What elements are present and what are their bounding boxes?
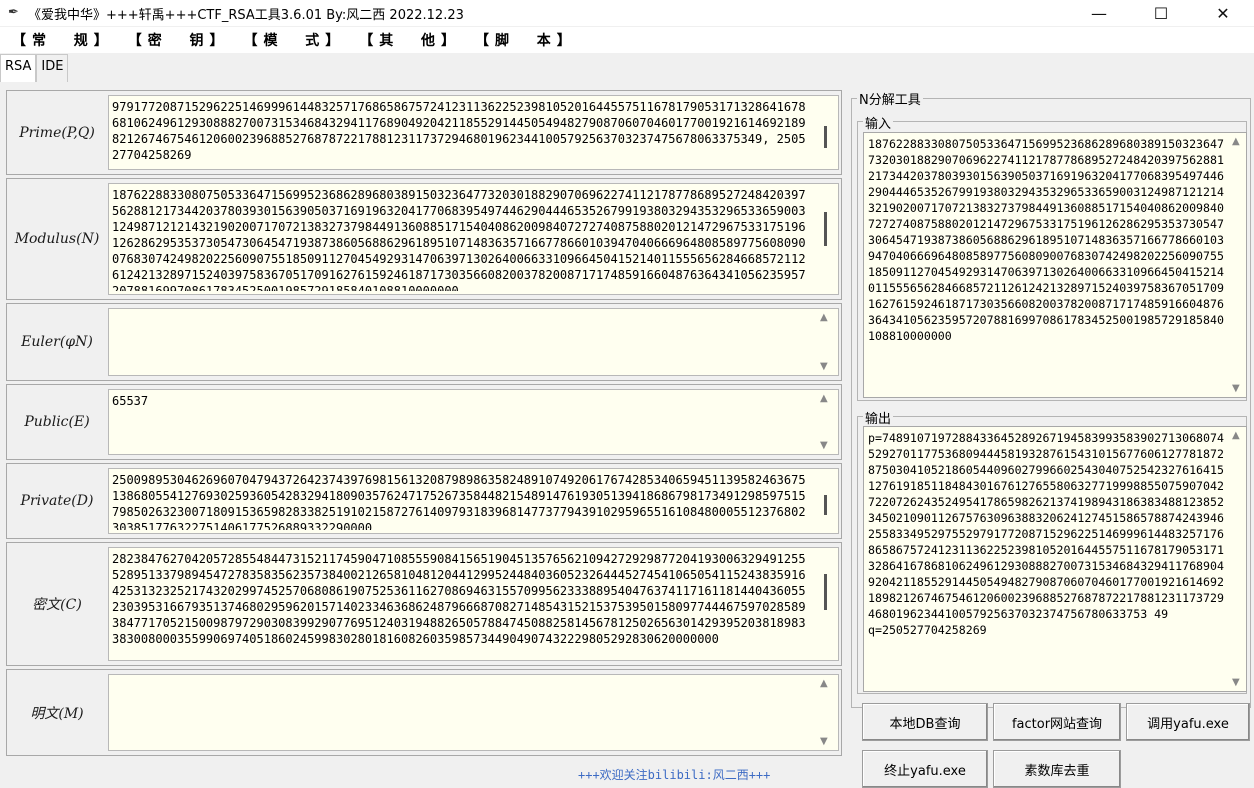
row-plain: 明文(M) ▲ ▼ <box>6 669 842 756</box>
row-cipher: 密文(C) 2823847627042057285548447315211745… <box>6 542 842 666</box>
plain-scrollbar[interactable]: ▲ ▼ <box>814 675 838 750</box>
row-private: Private(D) 25009895304626960704794372642… <box>6 463 842 539</box>
scroll-up-icon[interactable]: ▲ <box>820 393 828 404</box>
private-scrollbar[interactable] <box>814 469 838 533</box>
private-field[interactable]: 2500989530462696070479437264237439769815… <box>108 468 839 534</box>
prime-dedup-button[interactable]: 素数库去重 <box>993 750 1121 788</box>
modulus-label: Modulus(N) <box>14 231 100 247</box>
row-prime: Prime(P,Q) 97917720871529622514699961448… <box>6 90 842 175</box>
public-label: Public(E) <box>24 414 90 430</box>
input-scrollbar[interactable]: ▲ ▼ <box>1228 133 1246 397</box>
scroll-down-icon[interactable]: ▼ <box>1232 677 1240 688</box>
cipher-scrollbar[interactable] <box>814 548 838 660</box>
output-q: q=250527704258269 <box>868 623 987 637</box>
cipher-field[interactable]: 2823847627042057285548447315211745904710… <box>108 547 839 661</box>
nfactor-title: N分解工具 <box>857 89 923 108</box>
scroll-up-icon[interactable]: ▲ <box>1232 430 1240 441</box>
minimize-button[interactable]: — <box>1068 0 1130 26</box>
maximize-button[interactable]: ☐ <box>1130 0 1192 26</box>
close-button[interactable]: ✕ <box>1192 0 1254 26</box>
input-label: 输入 <box>863 113 894 132</box>
cipher-label: 密文(C) <box>32 597 82 613</box>
output-p: p=74891071972884336452892671945839935839… <box>868 431 1224 621</box>
prime-scrollbar[interactable] <box>814 96 838 169</box>
plain-label: 明文(M) <box>30 705 84 722</box>
public-scrollbar[interactable]: ▲ ▼ <box>814 390 838 454</box>
footer-credit: +++欢迎关注bilibili:风二西+++ <box>578 768 771 782</box>
call-yafu-button[interactable]: 调用yafu.exe <box>1126 703 1250 741</box>
row-modulus: Modulus(N) 18762288330807505336471569952… <box>6 178 842 300</box>
scroll-up-icon[interactable]: ▲ <box>820 678 828 689</box>
modulus-value: 1876228833080750533647156995236862896803… <box>112 188 806 291</box>
euler-field[interactable]: ▲ ▼ <box>108 308 839 376</box>
cipher-value: 2823847627042057285548447315211745904710… <box>112 552 806 646</box>
menu-script[interactable]: 【脚 本】 <box>475 30 577 50</box>
menu-key[interactable]: 【密 钥】 <box>128 30 230 50</box>
output-scrollbar[interactable]: ▲ ▼ <box>1228 427 1246 691</box>
local-db-query-button[interactable]: 本地DB查询 <box>862 703 988 741</box>
scroll-down-icon[interactable]: ▼ <box>820 736 828 747</box>
plain-field[interactable]: ▲ ▼ <box>108 674 839 751</box>
feather-icon: ✒ <box>8 5 19 20</box>
window-controls: — ☐ ✕ <box>1068 0 1254 26</box>
tab-strip: RSA IDE <box>0 54 69 82</box>
tab-ide[interactable]: IDE <box>36 54 69 82</box>
scroll-down-icon[interactable]: ▼ <box>820 361 828 372</box>
modulus-field[interactable]: 1876228833080750533647156995236862896803… <box>108 183 839 295</box>
nfactor-output-value: p=74891071972884336452892671945839935839… <box>868 430 1226 688</box>
output-label: 输出 <box>863 408 894 427</box>
euler-value <box>112 312 812 372</box>
nfactor-output[interactable]: p=74891071972884336452892671945839935839… <box>863 426 1247 692</box>
stop-yafu-button[interactable]: 终止yafu.exe <box>862 750 988 788</box>
scroll-down-icon[interactable]: ▼ <box>1232 383 1240 394</box>
rsa-panel: Prime(P,Q) 97917720871529622514699961448… <box>6 90 842 782</box>
private-value: 2500989530462696070479437264237439769815… <box>112 473 806 530</box>
menubar: 【常 规】 【密 钥】 【模 式】 【其 他】 【脚 本】 <box>0 27 1254 53</box>
modulus-scrollbar[interactable] <box>814 184 838 294</box>
factor-site-query-button[interactable]: factor网站查询 <box>993 703 1121 741</box>
menu-mode[interactable]: 【模 式】 <box>244 30 346 50</box>
nfactor-input-value: 1876228833080750533647156995236862896803… <box>868 137 1224 343</box>
scroll-down-icon[interactable]: ▼ <box>820 440 828 451</box>
prime-value: 9791772087152962251469996144832571768658… <box>112 100 806 162</box>
row-euler: Euler(φN) ▲ ▼ <box>6 303 842 381</box>
tab-rsa[interactable]: RSA <box>0 54 37 82</box>
euler-scrollbar[interactable]: ▲ ▼ <box>814 309 838 375</box>
scroll-up-icon[interactable]: ▲ <box>820 312 828 323</box>
menu-other[interactable]: 【其 他】 <box>359 30 461 50</box>
euler-label: Euler(φN) <box>21 334 93 350</box>
window-title: 《爱我中华》+++轩禹+++CTF_RSA工具3.6.01 By:风二西 202… <box>28 7 464 23</box>
public-field[interactable]: 65537 ▲ ▼ <box>108 389 839 455</box>
prime-field[interactable]: 9791772087152962251469996144832571768658… <box>108 95 839 170</box>
private-label: Private(D) <box>20 493 94 509</box>
scroll-up-icon[interactable]: ▲ <box>1232 136 1240 147</box>
nfactor-input[interactable]: 1876228833080750533647156995236862896803… <box>863 132 1247 398</box>
public-value: 65537 <box>112 394 149 408</box>
prime-label: Prime(P,Q) <box>19 124 95 141</box>
plain-value <box>112 678 812 747</box>
row-public: Public(E) 65537 ▲ ▼ <box>6 384 842 460</box>
nfactor-panel: N分解工具 输入 1876228833080750533647156995236… <box>851 88 1251 784</box>
menu-general[interactable]: 【常 规】 <box>12 30 114 50</box>
window-titlebar: ✒ 《爱我中华》+++轩禹+++CTF_RSA工具3.6.01 By:风二西 2… <box>0 0 1254 26</box>
